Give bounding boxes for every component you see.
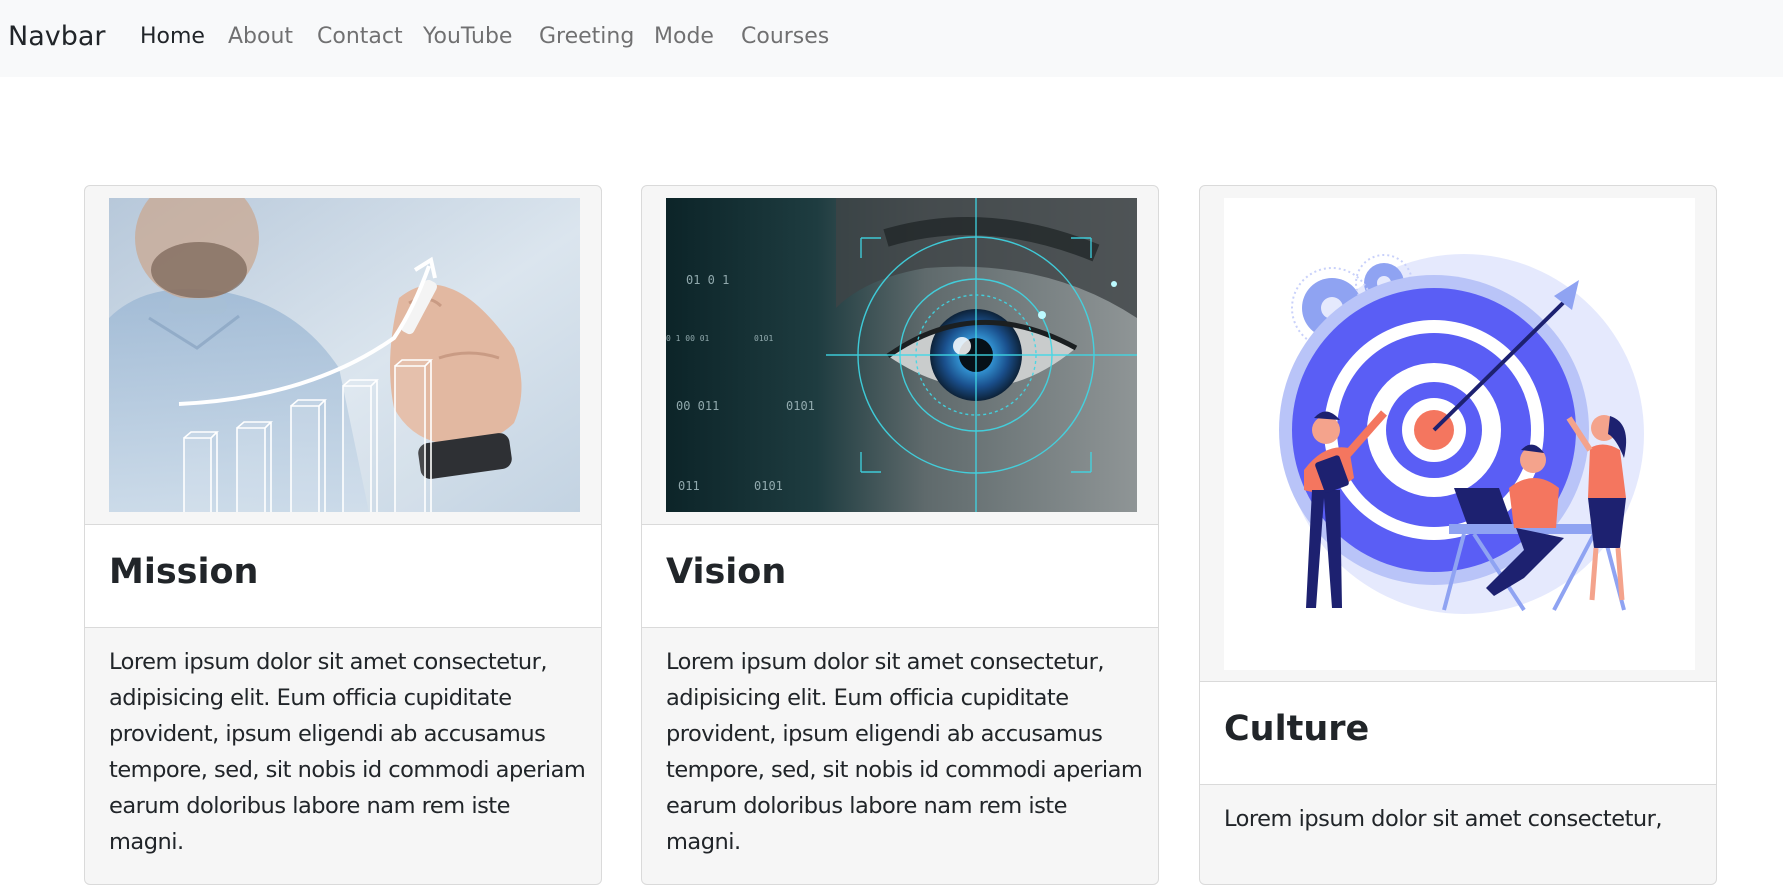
card-text-mission: Lorem ipsum dolor sit amet consectetur, … bbox=[109, 649, 586, 855]
card-mission: Mission Lorem ipsum dolor sit amet conse… bbox=[84, 185, 602, 885]
card-header-culture: Culture bbox=[1200, 681, 1716, 785]
nav-link-mode[interactable]: Mode bbox=[654, 22, 714, 52]
card-header-mission: Mission bbox=[85, 524, 601, 628]
card-vision: 01 0 1 0 1 00 01 0101 00 011 0101 011 01… bbox=[641, 185, 1159, 885]
nav-link-about[interactable]: About bbox=[228, 22, 293, 52]
nav-link-youtube[interactable]: YouTube bbox=[423, 22, 512, 52]
card-text-vision: Lorem ipsum dolor sit amet consectetur, … bbox=[666, 649, 1143, 855]
card-title-culture: Culture bbox=[1224, 709, 1370, 749]
card-culture: Culture Lorem ipsum dolor sit amet conse… bbox=[1199, 185, 1717, 885]
binary-digit-text: 01 0 1 bbox=[686, 273, 729, 287]
target-team-illustration bbox=[1224, 198, 1695, 670]
eye-scan-image: 01 0 1 0 1 00 01 0101 00 011 0101 011 01… bbox=[666, 198, 1137, 512]
binary-digit-text: 011 bbox=[678, 479, 700, 493]
card-title-vision: Vision bbox=[666, 552, 787, 592]
card-header-vision: Vision bbox=[642, 524, 1158, 628]
card-text-culture: Lorem ipsum dolor sit amet consectetur, bbox=[1224, 806, 1663, 832]
binary-digit-text: 0 1 00 01 bbox=[666, 334, 710, 343]
navbar: Navbar Home About Contact YouTube Greeti… bbox=[0, 0, 1783, 77]
binary-digit-text: 0101 bbox=[754, 334, 773, 343]
navbar-brand[interactable]: Navbar bbox=[8, 19, 106, 55]
growth-chart-image bbox=[109, 198, 580, 512]
nav-link-courses[interactable]: Courses bbox=[741, 22, 829, 52]
nav-link-contact[interactable]: Contact bbox=[317, 22, 403, 52]
binary-digit-text: 0101 bbox=[754, 479, 783, 493]
binary-digit-text: 00 011 bbox=[676, 399, 719, 413]
card-title-mission: Mission bbox=[109, 552, 259, 592]
binary-digit-text: 0101 bbox=[786, 399, 815, 413]
nav-link-home[interactable]: Home bbox=[140, 22, 205, 52]
nav-link-greeting[interactable]: Greeting bbox=[539, 22, 634, 52]
